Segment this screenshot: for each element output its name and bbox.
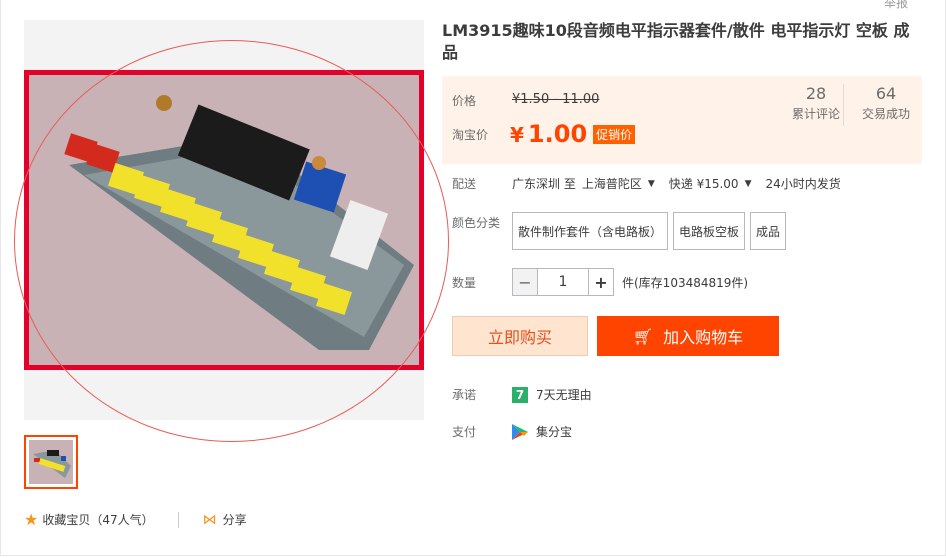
quantity-row: 数量 − 1 + 件(库存103484819件)	[452, 268, 748, 296]
promise-row: 承诺 7 7天无理由	[452, 386, 592, 403]
chevron-down-icon[interactable]: ▼	[648, 179, 655, 189]
star-icon[interactable]: ★	[24, 510, 38, 529]
thumbnail-image	[29, 440, 73, 484]
promise-text[interactable]: 7天无理由	[536, 386, 592, 403]
add-to-cart-label: 加入购物车	[663, 328, 744, 347]
sold-count: 64	[875, 84, 897, 103]
seven-day-icon: 7	[512, 386, 528, 403]
pcb-illustration	[29, 75, 419, 365]
current-price: ¥ 1.00 促销价	[510, 120, 636, 148]
reviews-count: 28	[805, 84, 827, 103]
quantity-input[interactable]: 1	[538, 268, 588, 296]
dispatch-time: 24小时内发货	[765, 177, 841, 191]
delivery-from: 广东深圳 至	[512, 177, 576, 191]
reviews-label: 累计评论	[792, 107, 841, 121]
payment-row: 支付 集分宝	[452, 423, 572, 440]
report-link[interactable]: 举报	[884, 0, 908, 11]
sku-option-finished[interactable]: 成品	[750, 212, 787, 250]
sold-label: 交易成功	[862, 107, 911, 121]
social-actions: ★ 收藏宝贝（47人气） ⋈ 分享	[24, 510, 247, 529]
share-icon[interactable]: ⋈	[203, 512, 217, 528]
main-product-image[interactable]	[24, 70, 424, 370]
current-price-value: 1.00	[527, 120, 588, 148]
sku-label: 颜色分类	[452, 216, 501, 230]
shipping-method[interactable]: 快递 ¥15.00	[669, 175, 739, 192]
add-to-cart-button[interactable]: 🛒︎ 加入购物车	[597, 316, 779, 356]
thumbnail-1[interactable]	[24, 435, 78, 489]
payment-text: 集分宝	[536, 425, 573, 439]
sku-option-bare-board[interactable]: 电路板空板	[673, 212, 746, 250]
promise-label: 承诺	[452, 388, 477, 402]
price-panel: 价格 ¥1.50 - 11.00 淘宝价 ¥ 1.00 促销价 28 累计评论 …	[442, 76, 922, 164]
payment-label: 支付	[452, 425, 477, 439]
delivery-row: 配送 广东深圳 至 上海普陀区 ▼ 快递 ¥15.00 ▼ 24小时内发货	[452, 175, 841, 192]
original-price: ¥1.50 - 11.00	[512, 92, 600, 107]
thumbnail-illustration	[29, 440, 73, 484]
price-label: 价格	[452, 94, 477, 108]
sold-stat: 64 交易成功	[862, 84, 910, 122]
chevron-down-icon[interactable]: ▼	[745, 179, 752, 189]
share-link[interactable]: 分享	[223, 511, 247, 528]
delivery-destination[interactable]: 上海普陀区	[582, 175, 642, 192]
taobao-price-label: 淘宝价	[452, 128, 489, 142]
delivery-label: 配送	[452, 177, 477, 191]
quantity-label: 数量	[452, 275, 477, 290]
cart-icon: 🛒︎	[632, 326, 654, 346]
quantity-stepper: − 1 +	[512, 268, 614, 296]
quantity-increase-button[interactable]: +	[588, 268, 614, 296]
quantity-decrease-button[interactable]: −	[512, 268, 538, 296]
jifenbao-icon	[512, 423, 528, 440]
sku-option-kit[interactable]: 散件制作套件（含电路板）	[512, 212, 669, 250]
product-title: LM3915趣味10段音频电平指示器套件/散件 电平指示灯 空板 成品	[442, 21, 910, 62]
stat-divider	[843, 84, 844, 126]
buy-now-button[interactable]: 立即购买	[452, 316, 588, 356]
currency-symbol: ¥	[510, 123, 524, 147]
divider	[177, 511, 179, 528]
sku-row: 颜色分类 散件制作套件（含电路板） 电路板空板 成品	[452, 212, 791, 250]
promo-badge: 促销价	[593, 125, 636, 144]
favorite-link[interactable]: 收藏宝贝（47人气）	[42, 511, 153, 528]
reviews-stat[interactable]: 28 累计评论	[792, 84, 840, 122]
stock-info: 件(库存103484819件)	[622, 275, 749, 290]
